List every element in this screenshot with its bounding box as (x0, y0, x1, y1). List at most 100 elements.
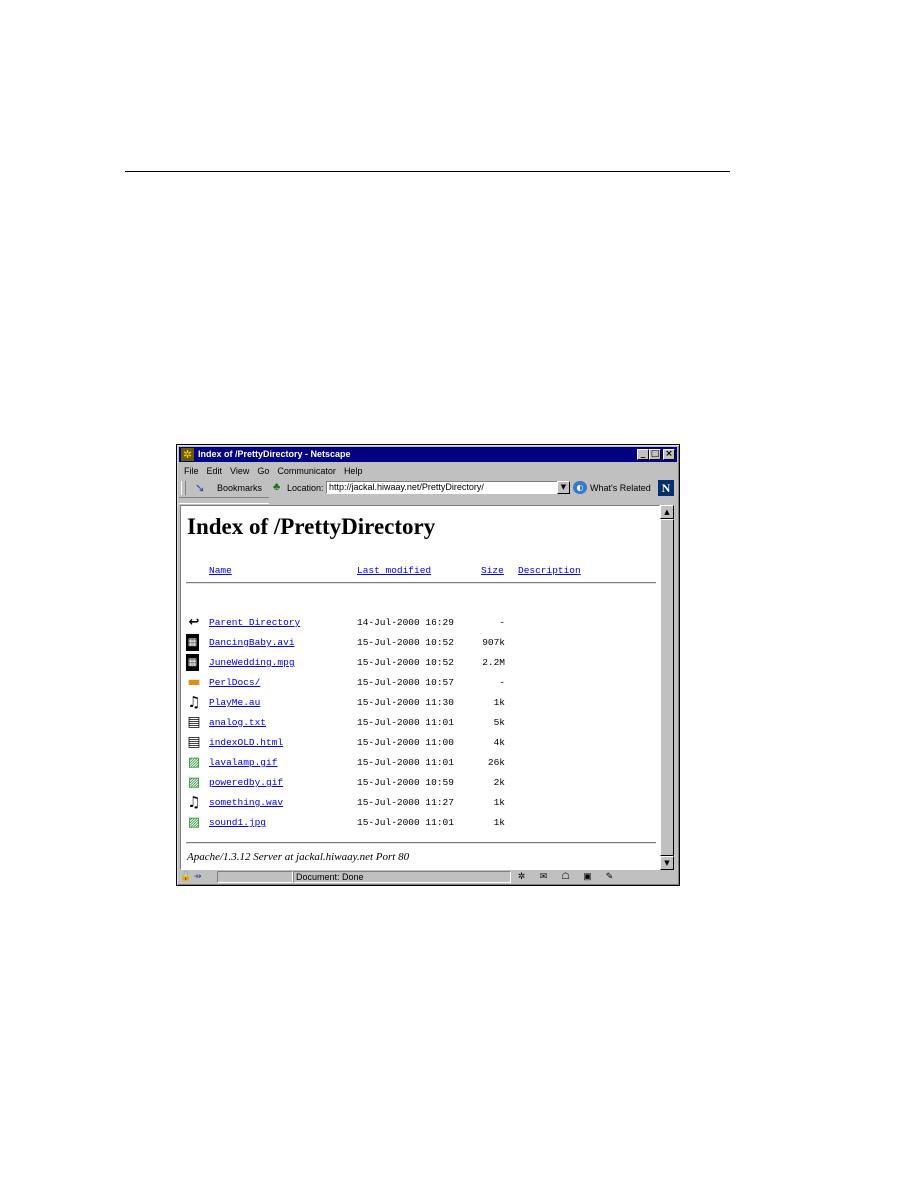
minimize-button[interactable]: _ (637, 449, 649, 460)
status-text-panel: Document: Done (293, 871, 511, 883)
location-label: Location: (287, 483, 324, 493)
file-modified: 15-Jul-2000 11:30 (357, 697, 454, 708)
file-modified: 15-Jul-2000 11:01 (357, 817, 454, 828)
menu-go[interactable]: Go (253, 466, 273, 476)
file-size: 5k (493, 717, 505, 728)
progress-bar (217, 871, 293, 883)
mail-icon[interactable]: ✉ (537, 871, 550, 882)
column-header-last-modified[interactable]: Last modified (357, 565, 431, 576)
file-link[interactable]: analog.txt (209, 717, 266, 728)
file-size: 4k (493, 737, 505, 748)
address-book-icon[interactable]: ▣ (581, 871, 594, 882)
file-modified: 14-Jul-2000 16:29 (357, 617, 454, 628)
file-link[interactable]: sound1.jpg (209, 817, 266, 828)
newsgroups-icon[interactable]: ☖ (559, 871, 572, 882)
sound-icon[interactable]: ♫ (186, 794, 202, 811)
file-link[interactable]: JuneWedding.mpg (209, 657, 295, 668)
navigator-icon[interactable]: ✲ (515, 871, 528, 882)
file-modified: 15-Jul-2000 10:52 (357, 657, 454, 668)
file-size: - (499, 677, 505, 688)
vertical-scrollbar[interactable]: ▲ ▼ (660, 505, 674, 870)
connection-status-icon: ⇸ (194, 871, 202, 881)
whats-related-icon[interactable]: ◐ (573, 481, 587, 494)
composer-icon[interactable]: ✎ (603, 871, 616, 882)
table-row: ▨ poweredby.gif 15-Jul-2000 10:59 2k (181, 775, 657, 795)
footer-divider (186, 842, 656, 844)
column-header-size[interactable]: Size (481, 565, 504, 576)
column-header-description[interactable]: Description (518, 565, 581, 576)
file-size: 26k (487, 757, 505, 768)
file-size: 1k (493, 817, 505, 828)
text-file-icon[interactable]: ▤ (186, 714, 202, 731)
image-file-icon[interactable]: ▨ (186, 814, 202, 831)
maximize-button[interactable]: □ (649, 449, 661, 460)
page-top-rule (125, 171, 730, 172)
table-row: ♫ PlayMe.au 15-Jul-2000 11:30 1k (181, 694, 657, 715)
menu-help[interactable]: Help (340, 466, 367, 476)
text-file-icon[interactable]: ▤ (186, 734, 202, 751)
bookmarks-label: Bookmarks (217, 483, 263, 493)
scroll-down-icon[interactable]: ▼ (660, 856, 674, 870)
file-modified: 15-Jul-2000 10:59 (357, 777, 454, 788)
table-row: ▤ analog.txt 15-Jul-2000 11:01 5k (181, 714, 657, 735)
file-link[interactable]: something.wav (209, 797, 283, 808)
page-content: Index of /PrettyDirectory Name Last modi… (180, 505, 660, 870)
whats-related-button[interactable]: What's Related (590, 483, 651, 493)
table-row: ▦ JuneWedding.mpg 15-Jul-2000 10:52 2.2M (181, 654, 657, 675)
file-size: 2.2M (482, 657, 505, 668)
menu-bar: File Edit View Go Communicator Help (179, 463, 677, 478)
scroll-up-icon[interactable]: ▲ (660, 505, 674, 519)
bookmarks-icon[interactable]: ➘ (195, 481, 205, 495)
file-link[interactable]: poweredby.gif (209, 777, 283, 788)
movie-icon[interactable]: ▦ (186, 634, 199, 651)
image-file-icon[interactable]: ▨ (186, 774, 202, 791)
netscape-logo[interactable]: N (658, 480, 674, 496)
file-link[interactable]: Parent Directory (209, 617, 300, 628)
sound-icon[interactable]: ♫ (186, 694, 202, 711)
security-lock-icon[interactable]: 🔓 (180, 871, 191, 882)
file-modified: 15-Jul-2000 11:01 (357, 717, 454, 728)
url-input[interactable]: http://jackal.hiwaay.net/PrettyDirectory… (326, 481, 570, 494)
toolbar-grip[interactable] (181, 481, 186, 495)
menu-edit[interactable]: Edit (203, 466, 227, 476)
file-link[interactable]: DancingBaby.avi (209, 637, 295, 648)
file-link[interactable]: lavalamp.gif (209, 757, 277, 768)
file-link[interactable]: PerlDocs/ (209, 677, 260, 688)
movie-icon[interactable]: ▦ (186, 654, 199, 671)
title-bar[interactable]: ✲ Index of /PrettyDirectory - Netscape _… (179, 447, 677, 462)
file-link[interactable]: PlayMe.au (209, 697, 260, 708)
menu-view[interactable]: View (226, 466, 253, 476)
menu-file[interactable]: File (179, 466, 203, 476)
folder-icon[interactable]: ▬ (186, 674, 202, 691)
file-link[interactable]: indexOLD.html (209, 737, 283, 748)
directory-listing: Name Last modified Size Description ↩ Par… (181, 506, 657, 866)
window-controls: _ □ × (637, 449, 675, 460)
file-modified: 15-Jul-2000 11:00 (357, 737, 454, 748)
close-button[interactable]: × (663, 449, 675, 460)
menu-communicator[interactable]: Communicator (273, 466, 340, 476)
file-modified: 15-Jul-2000 11:01 (357, 757, 454, 768)
file-size: 1k (493, 697, 505, 708)
server-signature: Apache/1.3.12 Server at jackal.hiwaay.ne… (187, 851, 410, 863)
location-toolbar: ➘ Bookmarks ♣ Location: http://jackal.hi… (179, 479, 677, 497)
back-arrow-icon[interactable]: ↩ (186, 614, 202, 631)
file-modified: 15-Jul-2000 11:27 (357, 797, 454, 808)
scrollbar-thumb[interactable] (660, 519, 674, 856)
browser-window: ✲ Index of /PrettyDirectory - Netscape _… (176, 444, 680, 886)
table-row: ▨ sound1.jpg 15-Jul-2000 11:01 1k (181, 815, 657, 835)
file-modified: 15-Jul-2000 10:57 (357, 677, 454, 688)
component-bar: ✲ ✉ ☖ ▣ ✎ (515, 871, 616, 882)
table-row: ▤ indexOLD.html 15-Jul-2000 11:00 4k (181, 734, 657, 755)
table-row: ↩ Parent Directory 14-Jul-2000 16:29 - (181, 615, 657, 635)
location-icon[interactable]: ♣ (273, 481, 280, 493)
header-divider (186, 582, 656, 584)
column-header-name[interactable]: Name (209, 565, 232, 576)
file-modified: 15-Jul-2000 10:52 (357, 637, 454, 648)
url-history-dropdown-icon[interactable]: ▼ (557, 481, 570, 494)
netscape-app-icon[interactable]: ✲ (181, 448, 194, 461)
table-row: ▦ DancingBaby.avi 15-Jul-2000 10:52 907k (181, 634, 657, 655)
bookmarks-button[interactable]: Bookmarks (209, 483, 262, 493)
toolbar-tabs[interactable] (179, 497, 269, 504)
file-size: 1k (493, 797, 505, 808)
image-file-icon[interactable]: ▨ (186, 754, 202, 771)
